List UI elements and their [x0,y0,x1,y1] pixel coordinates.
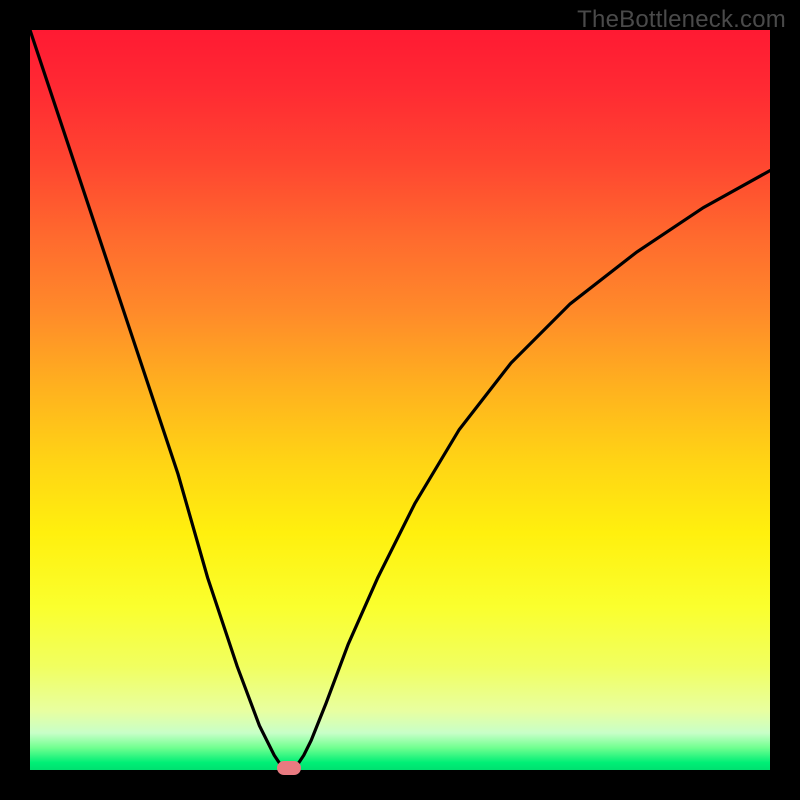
watermark-text: TheBottleneck.com [577,6,786,34]
curve-layer [30,30,770,770]
chart-container: TheBottleneck.com [0,0,800,800]
optimal-marker [277,761,301,775]
bottleneck-curve [30,30,770,770]
